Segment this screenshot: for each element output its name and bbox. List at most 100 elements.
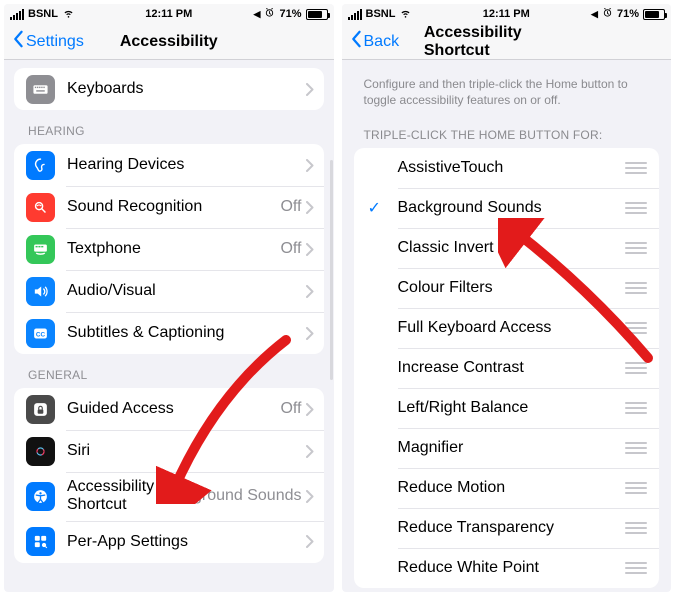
- settings-row-subtitles-captioning[interactable]: CC Subtitles & Captioning: [14, 312, 324, 354]
- drag-handle-icon[interactable]: [625, 362, 647, 374]
- settings-row-textphone[interactable]: TextphoneOff: [14, 228, 324, 270]
- lock-icon: [26, 395, 55, 424]
- battery-pct: 71%: [617, 8, 639, 20]
- settings-row-hearing-devices[interactable]: Hearing Devices: [14, 144, 324, 186]
- section-header-hearing: HEARING: [28, 124, 324, 138]
- settings-row-sound-recognition[interactable]: Sound RecognitionOff: [14, 186, 324, 228]
- chevron-right-icon: [306, 445, 314, 458]
- chevron-right-icon: [306, 403, 314, 416]
- page-title: Accessibility: [120, 33, 218, 51]
- settings-row-audio-visual[interactable]: Audio/Visual: [14, 270, 324, 312]
- location-icon: ◀: [591, 9, 598, 20]
- cc-icon: CC: [26, 319, 55, 348]
- drag-handle-icon[interactable]: [625, 162, 647, 174]
- wifi-icon: [62, 6, 75, 22]
- drag-handle-icon[interactable]: [625, 522, 647, 534]
- settings-scroll[interactable]: Keyboards HEARING Hearing Devices Sound R…: [4, 60, 334, 592]
- chevron-left-icon: [12, 30, 24, 53]
- option-label: AssistiveTouch: [398, 159, 626, 177]
- chevron-right-icon: [306, 327, 314, 340]
- option-row-background-sounds[interactable]: ✓Background Sounds: [354, 188, 660, 228]
- drag-handle-icon[interactable]: [625, 242, 647, 254]
- option-label: Reduce Motion: [398, 479, 626, 497]
- settings-row-siri[interactable]: Siri: [14, 430, 324, 472]
- option-row-left-right-balance[interactable]: Left/Right Balance: [354, 388, 660, 428]
- row-label: Textphone: [67, 240, 280, 258]
- battery-icon: [306, 9, 328, 20]
- row-label: Hearing Devices: [67, 156, 306, 174]
- option-label: Colour Filters: [398, 279, 626, 297]
- chevron-right-icon: [306, 201, 314, 214]
- option-label: Increase Contrast: [398, 359, 626, 377]
- option-row-increase-contrast[interactable]: Increase Contrast: [354, 348, 660, 388]
- nav-bar: Back Accessibility Shortcut: [342, 24, 672, 60]
- scrollbar[interactable]: [330, 160, 333, 380]
- speaker-icon: [26, 277, 55, 306]
- drag-handle-icon[interactable]: [625, 442, 647, 454]
- row-value: Off: [280, 400, 301, 418]
- option-label: Full Keyboard Access: [398, 319, 626, 337]
- drag-handle-icon[interactable]: [625, 402, 647, 414]
- wifi-icon: [399, 6, 412, 22]
- option-row-reduce-motion[interactable]: Reduce Motion: [354, 468, 660, 508]
- option-row-full-keyboard-access[interactable]: Full Keyboard Access: [354, 308, 660, 348]
- settings-row-guided-access[interactable]: Guided AccessOff: [14, 388, 324, 430]
- phone-accessibility: BSNL 12:11 PM ◀ 71% Settings: [4, 4, 334, 592]
- chevron-right-icon: [306, 159, 314, 172]
- option-row-magnifier[interactable]: Magnifier: [354, 428, 660, 468]
- option-row-classic-invert[interactable]: Classic Invert: [354, 228, 660, 268]
- carrier-label: BSNL: [28, 8, 58, 20]
- chevron-left-icon: [350, 30, 362, 53]
- options-scroll[interactable]: Configure and then triple-click the Home…: [342, 60, 672, 592]
- settings-row-accessibility-shortcut[interactable]: Accessibility ShortcutBackground Sounds: [14, 472, 324, 521]
- battery-pct: 71%: [279, 8, 301, 20]
- drag-handle-icon[interactable]: [625, 562, 647, 574]
- page-title: Accessibility Shortcut: [424, 24, 589, 60]
- alarm-icon: [602, 7, 613, 21]
- settings-row-keyboards[interactable]: Keyboards: [14, 68, 324, 110]
- section-header: TRIPLE-CLICK THE HOME BUTTON FOR:: [348, 114, 666, 148]
- row-label: Subtitles & Captioning: [67, 324, 306, 342]
- row-label: Accessibility Shortcut: [67, 478, 157, 515]
- keyboard-icon: [26, 75, 55, 104]
- location-icon: ◀: [254, 9, 261, 20]
- back-label: Back: [364, 33, 400, 51]
- row-value: Off: [280, 198, 301, 216]
- option-row-assistivetouch[interactable]: AssistiveTouch: [354, 148, 660, 188]
- row-label: Siri: [67, 442, 306, 460]
- row-label: Guided Access: [67, 400, 280, 418]
- settings-row-per-app-settings[interactable]: Per-App Settings: [14, 521, 324, 563]
- option-row-reduce-transparency[interactable]: Reduce Transparency: [354, 508, 660, 548]
- apps-icon: [26, 527, 55, 556]
- row-label: Per-App Settings: [67, 533, 306, 551]
- check-icon: ✓: [368, 198, 381, 218]
- drag-handle-icon[interactable]: [625, 202, 647, 214]
- carrier-label: BSNL: [366, 8, 396, 20]
- phone-shortcut: BSNL 12:11 PM ◀ 71% Back: [342, 4, 672, 592]
- svg-text:CC: CC: [36, 331, 46, 338]
- time-label: 12:11 PM: [483, 8, 530, 20]
- chevron-right-icon: [306, 490, 314, 503]
- nav-bar: Settings Accessibility: [4, 24, 334, 60]
- option-label: Reduce White Point: [398, 559, 626, 577]
- chevron-right-icon: [306, 535, 314, 548]
- battery-icon: [643, 9, 665, 20]
- chevron-right-icon: [306, 243, 314, 256]
- back-button[interactable]: Settings: [12, 30, 84, 53]
- drag-handle-icon[interactable]: [625, 282, 647, 294]
- back-label: Settings: [26, 33, 84, 51]
- tty-icon: [26, 235, 55, 264]
- option-label: Reduce Transparency: [398, 519, 626, 537]
- status-bar: BSNL 12:11 PM ◀ 71%: [4, 4, 334, 24]
- status-bar: BSNL 12:11 PM ◀ 71%: [342, 4, 672, 24]
- alarm-icon: [264, 7, 275, 21]
- option-label: Classic Invert: [398, 239, 626, 257]
- option-row-reduce-white-point[interactable]: Reduce White Point: [354, 548, 660, 588]
- drag-handle-icon[interactable]: [625, 482, 647, 494]
- description: Configure and then triple-click the Home…: [348, 60, 666, 114]
- back-button[interactable]: Back: [350, 30, 400, 53]
- option-label: Magnifier: [398, 439, 626, 457]
- drag-handle-icon[interactable]: [625, 322, 647, 334]
- row-value: Background Sounds: [157, 487, 301, 505]
- option-row-colour-filters[interactable]: Colour Filters: [354, 268, 660, 308]
